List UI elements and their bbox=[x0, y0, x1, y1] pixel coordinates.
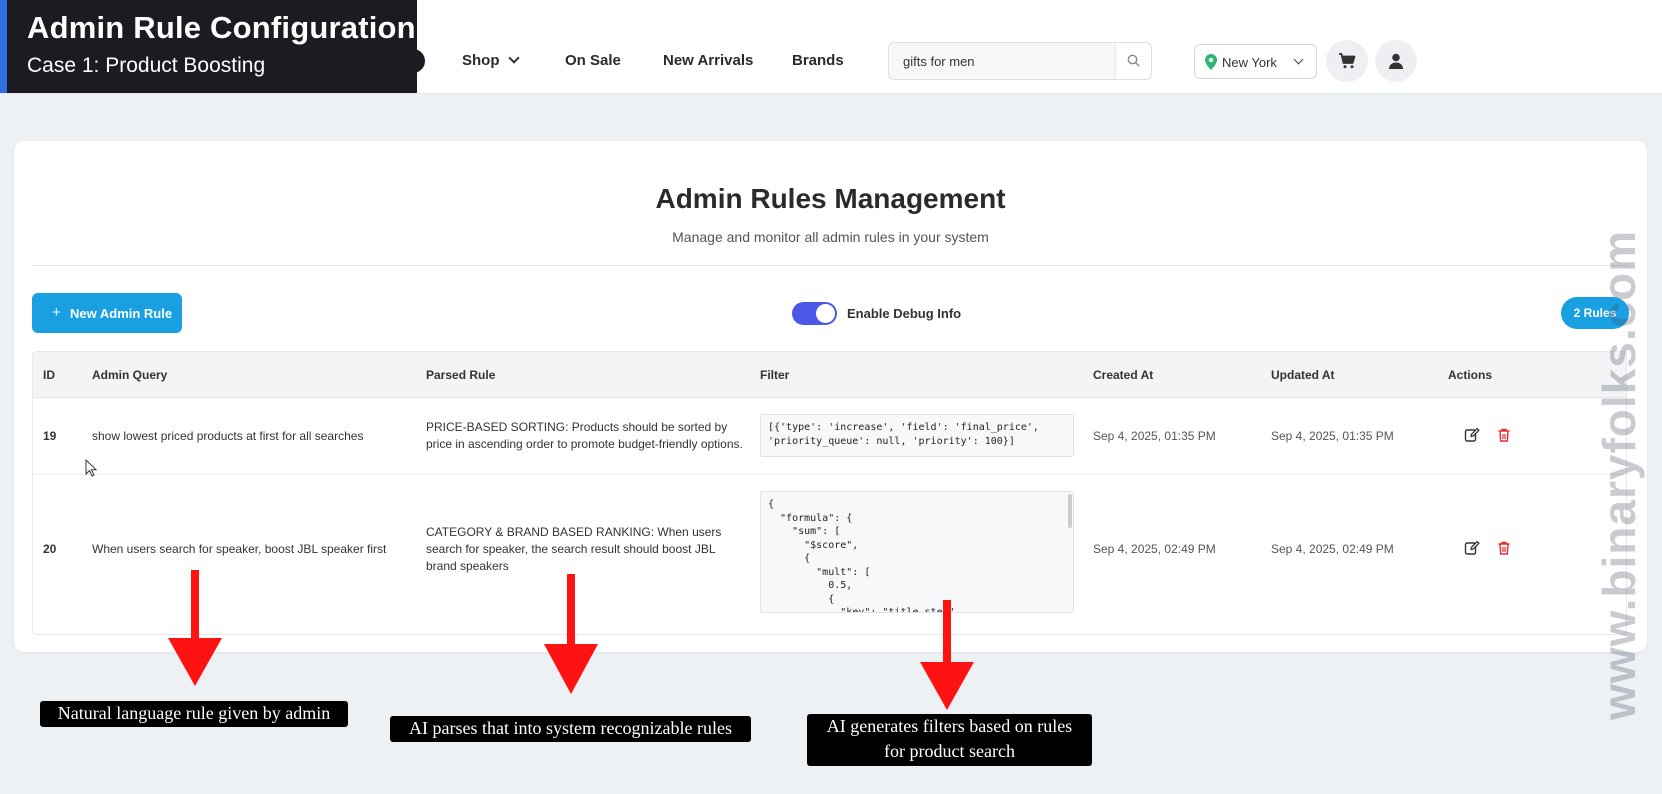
mouse-cursor-icon bbox=[85, 459, 97, 477]
trash-icon[interactable] bbox=[1496, 427, 1512, 443]
annotation-arrow-icon bbox=[168, 570, 222, 686]
annotation-parsed-rule: AI parses that into system recognizable … bbox=[390, 716, 751, 742]
search-button[interactable] bbox=[1115, 43, 1151, 79]
page-subtitle: Manage and monitor all admin rules in yo… bbox=[672, 229, 989, 245]
filter-code[interactable]: { "formula": { "sum": [ "$score", { "mul… bbox=[760, 491, 1074, 613]
nav-shop[interactable]: Shop bbox=[462, 52, 520, 69]
chevron-down-icon bbox=[1293, 54, 1304, 65]
filter-scrollbar[interactable] bbox=[1068, 494, 1072, 528]
created-at: Sep 4, 2025, 02:49 PM bbox=[1093, 542, 1216, 556]
annotation-admin-query: Natural language rule given by admin bbox=[40, 701, 348, 727]
cart-icon bbox=[1339, 53, 1356, 69]
table-row: 20 When users search for speaker, boost … bbox=[33, 475, 1626, 634]
admin-rules-card: Admin Rules Management Manage and monito… bbox=[14, 141, 1647, 652]
annotation-arrow-icon bbox=[920, 600, 974, 710]
column-header-filter: Filter bbox=[760, 368, 790, 382]
chevron-down-icon bbox=[507, 52, 520, 64]
updated-at: Sep 4, 2025, 01:35 PM bbox=[1271, 429, 1394, 443]
page-title: Admin Rules Management bbox=[655, 183, 1006, 214]
rules-table: ID Admin Query Parsed Rule Filter Create… bbox=[32, 351, 1627, 635]
admin-query: When users search for speaker, boost JBL… bbox=[92, 542, 387, 556]
new-admin-rule-button[interactable]: + New Admin Rule bbox=[32, 293, 182, 333]
divider bbox=[32, 265, 1629, 266]
search-input[interactable] bbox=[889, 43, 1117, 79]
debug-toggle-label: Enable Debug Info bbox=[847, 306, 962, 321]
column-header-id: ID bbox=[43, 368, 55, 382]
location-label: New York bbox=[1222, 55, 1277, 70]
parsed-rule: CATEGORY & BRAND BASED RANKING: When use… bbox=[426, 525, 722, 573]
created-at: Sep 4, 2025, 01:35 PM bbox=[1093, 429, 1216, 443]
map-pin-icon bbox=[1205, 54, 1217, 70]
column-header-actions: Actions bbox=[1448, 368, 1493, 382]
nav-on-sale[interactable]: On Sale bbox=[565, 52, 621, 69]
column-header-parsed-rule: Parsed Rule bbox=[426, 368, 496, 382]
table-row: 19 show lowest priced products at first … bbox=[33, 398, 1626, 475]
edit-icon[interactable] bbox=[1464, 427, 1480, 443]
cart-button[interactable] bbox=[1326, 40, 1368, 82]
new-admin-rule-label: New Admin Rule bbox=[70, 306, 173, 321]
user-account-button[interactable] bbox=[1375, 40, 1417, 82]
annotation-filter: AI generates filters based on rules for … bbox=[807, 714, 1092, 766]
nav-brands[interactable]: Brands bbox=[792, 52, 844, 69]
updated-at: Sep 4, 2025, 02:49 PM bbox=[1271, 542, 1394, 556]
video-title-overlay: Admin Rule Configuration Case 1: Product… bbox=[0, 0, 417, 93]
edit-icon[interactable] bbox=[1464, 540, 1480, 556]
table-header: ID Admin Query Parsed Rule Filter Create… bbox=[33, 352, 1626, 398]
plus-icon: + bbox=[52, 304, 61, 321]
admin-query: show lowest priced products at first for… bbox=[92, 429, 364, 443]
trash-icon[interactable] bbox=[1496, 540, 1512, 556]
watermark: www.binaryfolks.com bbox=[1593, 229, 1645, 720]
column-header-updated-at: Updated At bbox=[1271, 368, 1335, 382]
annotation-arrow-icon bbox=[544, 574, 598, 694]
parsed-rule: PRICE-BASED SORTING: Products should be … bbox=[426, 420, 743, 451]
debug-toggle[interactable] bbox=[792, 302, 837, 325]
nav-new-arrivals[interactable]: New Arrivals bbox=[663, 52, 753, 69]
user-icon bbox=[1389, 53, 1403, 69]
overlay-title: Admin Rule Configuration bbox=[27, 10, 416, 45]
filter-code-text: { "formula": { "sum": [ "$score", { "mul… bbox=[768, 499, 955, 613]
search-bar bbox=[888, 42, 1152, 80]
location-selector[interactable]: New York bbox=[1194, 44, 1317, 79]
search-icon bbox=[1127, 54, 1140, 67]
column-header-created-at: Created At bbox=[1093, 368, 1154, 382]
rule-id: 19 bbox=[43, 429, 57, 443]
column-header-admin-query: Admin Query bbox=[92, 368, 168, 382]
overlay-subtitle: Case 1: Product Boosting bbox=[27, 54, 266, 77]
filter-code: [{'type': 'increase', 'field': 'final_pr… bbox=[760, 414, 1074, 457]
rule-id: 20 bbox=[43, 542, 57, 556]
nav-shop-label: Shop bbox=[462, 52, 500, 69]
toggle-knob bbox=[816, 304, 835, 323]
